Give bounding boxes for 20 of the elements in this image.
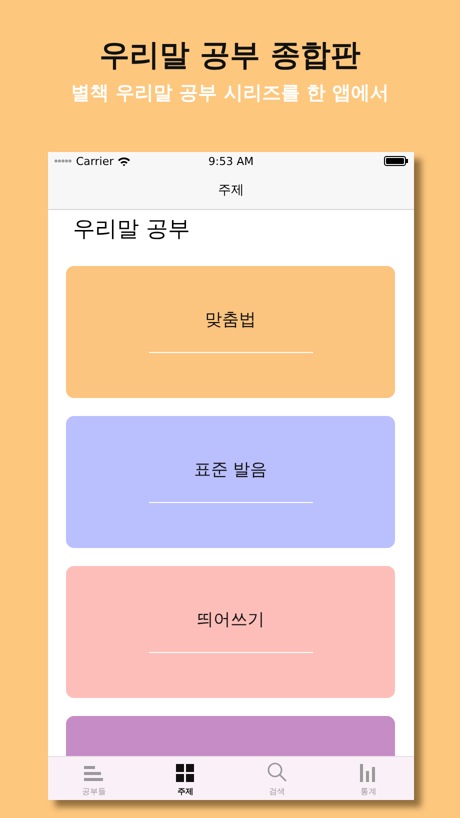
list-icon	[84, 766, 104, 782]
bar-chart-icon	[360, 764, 376, 782]
section-title: 우리말 공부	[72, 216, 191, 244]
topic-card[interactable]: 표준 발음	[66, 416, 395, 548]
topic-card[interactable]: 맞춤법	[66, 266, 395, 398]
signal-icon	[54, 159, 72, 163]
nav-title: 주제	[218, 182, 244, 198]
search-icon	[266, 762, 287, 782]
promo-title: 우리말 공부 종합판	[100, 37, 360, 75]
promo-subtitle: 별책 우리말 공부 시리즈를 한 앱에서	[70, 81, 390, 106]
topic-label: 맞춤법	[205, 309, 256, 332]
status-time: 9:53 AM	[208, 154, 254, 168]
topic-label: 표준 발음	[194, 459, 268, 482]
topic-label: 띄어쓰기	[196, 609, 264, 632]
tab-bar-item[interactable]: 주제	[140, 757, 231, 800]
wifi-icon	[118, 156, 130, 166]
topic-card[interactable]: 띄어쓰기	[66, 566, 395, 698]
grid-icon	[176, 764, 194, 782]
battery-icon	[384, 156, 408, 166]
carrier-label: Carrier	[76, 154, 114, 168]
